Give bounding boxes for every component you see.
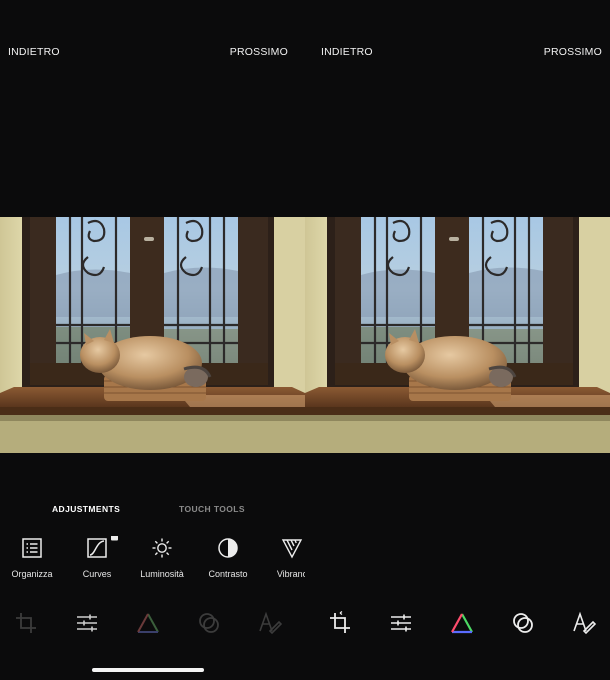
adjust-sliders-icon[interactable]: [74, 610, 100, 636]
photo-preview: [305, 217, 610, 453]
tool-luminosita[interactable]: Luminosità: [132, 536, 192, 584]
tool-organizza[interactable]: Organizza: [2, 536, 62, 584]
left-editor-panel: INDIETRO PROSSIMO ADJUSTMENTS TOUCH TOOL…: [0, 0, 305, 680]
list-icon: [22, 538, 42, 558]
filters-icon[interactable]: [510, 610, 536, 636]
sun-icon: [152, 538, 172, 558]
right-editor-panel: INDIETRO PROSSIMO: [305, 0, 610, 680]
tool-vibrance[interactable]: Vibranc: [262, 536, 305, 584]
next-button[interactable]: PROSSIMO: [230, 46, 288, 58]
adjustment-tools-strip: Organizza Curves Luminosità Contrasto Vi…: [0, 536, 305, 584]
bottom-toolbar: [0, 606, 305, 638]
back-button[interactable]: INDIETRO: [321, 46, 373, 58]
vibrance-icon: [281, 539, 303, 559]
crop-icon[interactable]: [13, 610, 39, 636]
tool-contrasto[interactable]: Contrasto: [198, 536, 258, 584]
back-button[interactable]: INDIETRO: [8, 46, 60, 58]
lock-icon: [111, 536, 118, 541]
tool-label: Vibranc: [276, 569, 305, 579]
contrast-icon: [218, 538, 238, 558]
top-bar: INDIETRO PROSSIMO: [305, 46, 610, 64]
top-bar: INDIETRO PROSSIMO: [0, 46, 305, 64]
mode-tabs: ADJUSTMENTS TOUCH TOOLS: [0, 504, 305, 518]
bottom-toolbar: [305, 606, 610, 638]
color-triangle-icon[interactable]: [449, 610, 475, 636]
photo-preview: [0, 217, 305, 453]
home-indicator: [92, 668, 204, 672]
tool-label: Curves: [82, 569, 112, 579]
next-button[interactable]: PROSSIMO: [544, 46, 602, 58]
tool-label: Luminosità: [140, 569, 184, 579]
tool-curves[interactable]: Curves: [67, 536, 127, 584]
color-triangle-icon[interactable]: [135, 610, 161, 636]
text-pen-icon[interactable]: [257, 610, 283, 636]
adjust-sliders-icon[interactable]: [388, 610, 414, 636]
tool-label: Contrasto: [208, 569, 248, 579]
tool-label: Organizza: [11, 569, 53, 579]
filters-icon[interactable]: [196, 610, 222, 636]
text-pen-icon[interactable]: [571, 610, 597, 636]
crop-icon[interactable]: [327, 610, 353, 636]
curves-icon: [87, 538, 107, 558]
tab-adjustments[interactable]: ADJUSTMENTS: [52, 504, 120, 514]
tab-touch-tools[interactable]: TOUCH TOOLS: [179, 504, 245, 514]
